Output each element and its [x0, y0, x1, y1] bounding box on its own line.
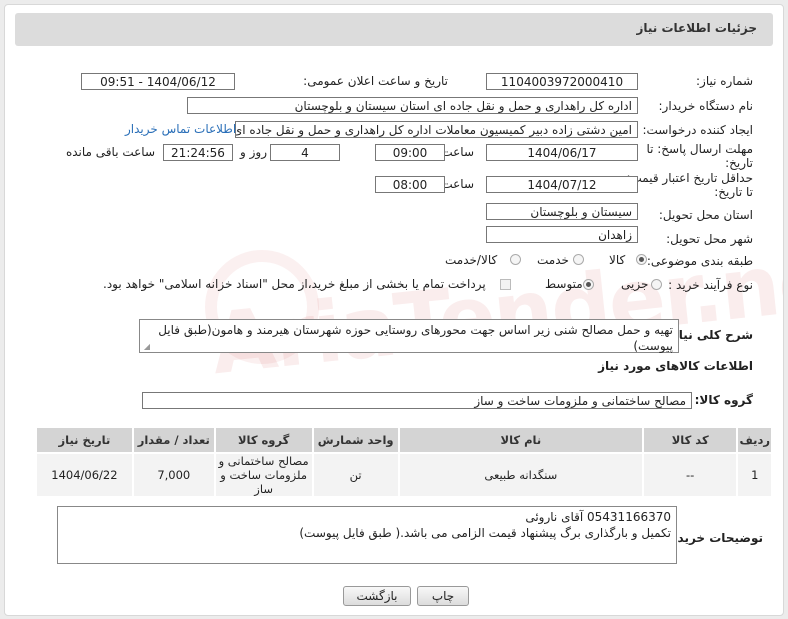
- deadline-time-field[interactable]: 09:00: [375, 144, 445, 161]
- remaining-label: ساعت باقی مانده: [65, 145, 155, 159]
- city-label: شهر محل تحویل:: [666, 232, 753, 246]
- requester-field[interactable]: امین دشتی زاده دبیر کمیسیون معاملات ادار…: [235, 121, 638, 138]
- purchase-radio-medium[interactable]: [583, 279, 594, 290]
- category-radio-service[interactable]: [573, 254, 584, 265]
- summary-text: تهیه و حمل مصالح شنی زیر اساس جهت محورها…: [158, 323, 673, 353]
- city-field[interactable]: زاهدان: [486, 226, 638, 243]
- validity-label-2: تا تاریخ:: [714, 185, 753, 199]
- buyer-org-field[interactable]: اداره کل راهداری و حمل و نقل جاده ای است…: [187, 97, 638, 114]
- category-label: طبقه بندی موضوعی:: [646, 254, 753, 268]
- validity-time-label: ساعت: [441, 177, 474, 191]
- validity-label: حداقل تاریخ اعتبار قیمت:: [626, 171, 753, 185]
- page-title: جزئیات اطلاعات نیاز: [636, 21, 757, 35]
- col-header-goods-name: نام کالا: [397, 426, 644, 454]
- need-number-label: شماره نیاز:: [696, 74, 753, 88]
- col-header-row-number: ردیف: [736, 426, 773, 454]
- validity-time-field[interactable]: 08:00: [375, 176, 445, 193]
- resize-grip-icon[interactable]: ◢: [142, 343, 150, 351]
- requester-label: ایجاد کننده درخواست:: [642, 123, 753, 137]
- validity-date-field[interactable]: 1404/07/12: [486, 176, 638, 193]
- cell-goods-code: --: [641, 452, 739, 498]
- deadline-label-2: تاریخ:: [725, 156, 753, 170]
- panel-header: جزئیات اطلاعات نیاز: [15, 13, 773, 46]
- buyer-notes-line-2: تکمیل و بارگذاری برگ پیشنهاد قیمت الزامی…: [299, 526, 671, 540]
- summary-textarea[interactable]: تهیه و حمل مصالح شنی زیر اساس جهت محورها…: [139, 319, 679, 353]
- back-button[interactable]: بازگشت: [343, 586, 411, 606]
- buyer-notes-line-1: 05431166370 آقای ناروئی: [525, 510, 671, 524]
- province-field[interactable]: سیستان و بلوچستان: [486, 203, 638, 220]
- treasury-payment-checkbox[interactable]: [500, 279, 511, 290]
- summary-label: شرح کلی نیاز:: [667, 328, 753, 342]
- goods-table: ردیف کد کالا نام کالا واحد شمارش گروه کا…: [35, 426, 773, 498]
- cell-unit: تن: [311, 452, 400, 498]
- purchase-option-minor: جزیی: [621, 277, 649, 291]
- cell-row-number: 1: [736, 452, 773, 498]
- deadline-date-field[interactable]: 1404/06/17: [486, 144, 638, 161]
- category-option-both: کالا/خدمت: [445, 253, 498, 267]
- remaining-time-field[interactable]: 21:24:56: [163, 144, 233, 161]
- purchase-radio-minor[interactable]: [651, 279, 662, 290]
- col-header-quantity: تعداد / مقدار: [131, 426, 216, 454]
- announce-datetime-field[interactable]: 1404/06/12 - 09:51: [81, 73, 235, 90]
- col-header-goods-group: گروه کالا: [213, 426, 314, 454]
- buyer-contact-link[interactable]: اطلاعات تماس خریدار: [125, 122, 236, 136]
- col-header-need-date: تاریخ نیاز: [35, 426, 134, 454]
- buyer-org-label: نام دستگاه خریدار:: [658, 99, 754, 113]
- table-row[interactable]: 1 -- سنگدانه طبیعی تن مصالح ساختمانی و م…: [35, 452, 773, 498]
- purchase-type-label: نوع فرآیند خرید :: [668, 278, 753, 292]
- treasury-payment-note: پرداخت تمام یا بخشی از مبلغ خرید،از محل …: [103, 277, 486, 291]
- print-button[interactable]: چاپ: [417, 586, 469, 606]
- deadline-label: مهلت ارسال پاسخ: تا: [646, 142, 753, 156]
- category-radio-both[interactable]: [510, 254, 521, 265]
- remaining-days-field[interactable]: 4: [270, 144, 340, 161]
- purchase-option-medium: متوسط: [545, 277, 583, 291]
- goods-info-title: اطلاعات کالاهای مورد نیاز: [598, 359, 753, 373]
- province-label: استان محل تحویل:: [658, 208, 753, 222]
- col-header-goods-code: کد کالا: [641, 426, 739, 454]
- deadline-time-label: ساعت: [441, 145, 474, 159]
- category-radio-goods[interactable]: [636, 254, 647, 265]
- announce-label: تاریخ و ساعت اعلان عمومی:: [303, 74, 448, 88]
- goods-group-label: گروه کالا:: [694, 393, 753, 407]
- cell-need-date: 1404/06/22: [35, 452, 134, 498]
- cell-goods-name: سنگدانه طبیعی: [397, 452, 644, 498]
- buyer-notes-textarea[interactable]: 05431166370 آقای ناروئی تکمیل و بارگذاری…: [57, 506, 677, 564]
- days-label: روز و: [240, 145, 267, 159]
- need-details-panel: AriaTender.neT جزئیات اطلاعات نیاز شماره…: [4, 4, 784, 616]
- category-option-goods: کالا: [609, 253, 626, 267]
- col-header-unit: واحد شمارش: [311, 426, 400, 454]
- need-number-field[interactable]: 1104003972000410: [486, 73, 638, 90]
- category-option-service: خدمت: [537, 253, 569, 267]
- goods-group-field[interactable]: مصالح ساختمانی و ملزومات ساخت و ساز: [142, 392, 692, 409]
- cell-quantity: 7,000: [131, 452, 216, 498]
- cell-goods-group: مصالح ساختمانی و ملزومات ساخت و ساز: [213, 452, 314, 498]
- table-header-row: ردیف کد کالا نام کالا واحد شمارش گروه کا…: [35, 426, 773, 454]
